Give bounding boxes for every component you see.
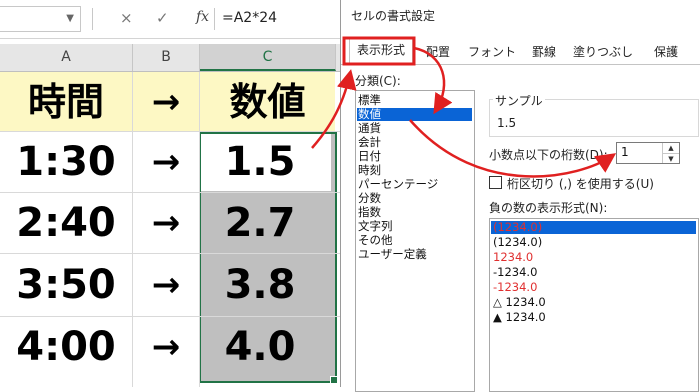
divider (92, 8, 93, 30)
cell-b3[interactable]: → (133, 196, 199, 250)
cell-b1[interactable]: → (133, 76, 199, 128)
gridline (0, 192, 340, 193)
list-item[interactable]: 分数 (358, 192, 381, 205)
list-item[interactable]: 1234.0 (493, 251, 533, 264)
spin-down-icon[interactable]: ▼ (663, 153, 679, 164)
cell-a5[interactable]: 4:00 (0, 320, 132, 374)
cell-c1[interactable]: 数値 (200, 76, 335, 128)
list-item[interactable]: 文字列 (358, 220, 393, 233)
column-header-a[interactable]: A (0, 44, 133, 71)
list-item-selected[interactable]: 数値 (357, 108, 472, 121)
cell-a4[interactable]: 3:50 (0, 258, 132, 312)
cell-a1[interactable]: 時間 (0, 76, 132, 128)
list-item-selected[interactable]: (1234.0) (491, 221, 696, 234)
tab-font[interactable]: フォント (463, 40, 521, 64)
spin-up-icon[interactable]: ▲ (663, 143, 679, 153)
list-item[interactable]: 通貨 (358, 122, 381, 135)
column-headers: A B C (0, 44, 340, 72)
divider (214, 8, 215, 30)
list-item[interactable]: -1234.0 (493, 281, 537, 294)
list-item[interactable]: 日付 (358, 150, 381, 163)
list-item[interactable]: -1234.0 (493, 266, 537, 279)
format-cells-dialog: セルの書式設定 表示形式 配置 フォント 罫線 塗りつぶし 保護 分類(C): … (340, 0, 700, 392)
cell-c2[interactable]: 1.5 (200, 135, 320, 189)
gridline (0, 131, 340, 132)
gridline (0, 253, 340, 254)
list-item[interactable]: 指数 (358, 206, 381, 219)
cell-c5[interactable]: 4.0 (200, 320, 320, 374)
list-item[interactable]: 時刻 (358, 164, 381, 177)
sample-label: サンプル (493, 92, 545, 109)
negative-format-list[interactable]: (1234.0) (1234.0) 1234.0 -1234.0 -1234.0… (489, 218, 699, 392)
list-item[interactable]: 標準 (358, 94, 381, 107)
tab-alignment[interactable]: 配置 (417, 40, 459, 64)
tab-protection[interactable]: 保護 (643, 40, 689, 64)
list-item[interactable]: ▲ 1234.0 (493, 311, 546, 324)
cell-b5[interactable]: → (133, 320, 199, 374)
tab-border[interactable]: 罫線 (525, 40, 563, 64)
cell-a3[interactable]: 2:40 (0, 196, 132, 250)
sample-value: 1.5 (497, 116, 517, 130)
negative-format-label: 負の数の表示形式(N): (489, 201, 608, 215)
thousands-separator-label[interactable]: 桁区切り (,) を使用する(U) (507, 175, 654, 192)
formula-bar: ▼ × ✓ fx =A2*24 (0, 0, 340, 39)
tab-fill[interactable]: 塗りつぶし (567, 40, 639, 64)
cell-b4[interactable]: → (133, 258, 199, 312)
insert-function-icon[interactable]: fx (196, 9, 209, 25)
column-header-b[interactable]: B (133, 44, 200, 71)
decimal-places-label: 小数点以下の桁数(D): (489, 148, 608, 162)
thousands-separator-checkbox[interactable] (489, 176, 502, 189)
fill-handle[interactable] (330, 376, 338, 384)
column-header-c[interactable]: C (200, 44, 336, 71)
list-item[interactable]: 会計 (358, 136, 381, 149)
dialog-title: セルの書式設定 (351, 9, 436, 23)
list-item[interactable]: ユーザー定義 (358, 248, 427, 261)
category-list[interactable]: 標準 数値 通貨 会計 日付 時刻 パーセンテージ 分数 指数 文字列 その他 … (355, 90, 475, 392)
list-item[interactable]: パーセンテージ (358, 178, 438, 191)
tab-number[interactable]: 表示形式 (349, 38, 413, 65)
chevron-down-icon[interactable]: ▼ (66, 13, 74, 24)
cell-c3[interactable]: 2.7 (200, 196, 320, 250)
formula-input[interactable]: =A2*24 (222, 10, 277, 26)
gridline (0, 316, 340, 317)
cell-a2[interactable]: 1:30 (0, 135, 132, 189)
cell-b2[interactable]: → (133, 135, 199, 189)
name-box[interactable]: ▼ (0, 6, 81, 32)
category-label: 分類(C): (355, 74, 401, 88)
decimal-places-value[interactable]: 1 (621, 145, 629, 159)
decimal-places-stepper[interactable]: 1 ▲ ▼ (616, 142, 680, 164)
stepper-buttons: ▲ ▼ (662, 143, 679, 163)
tab-bar: 表示形式 配置 フォント 罫線 塗りつぶし 保護 (341, 38, 700, 65)
list-item[interactable]: (1234.0) (493, 236, 542, 249)
list-item[interactable]: △ 1234.0 (493, 296, 546, 309)
enter-icon[interactable]: ✓ (156, 9, 169, 27)
list-item[interactable]: その他 (358, 234, 393, 247)
cell-c4[interactable]: 3.8 (200, 258, 320, 312)
cancel-icon[interactable]: × (120, 9, 133, 27)
spreadsheet: ▼ × ✓ fx =A2*24 A B C 時間 → 数値 1:30 → 1.5… (0, 0, 340, 387)
